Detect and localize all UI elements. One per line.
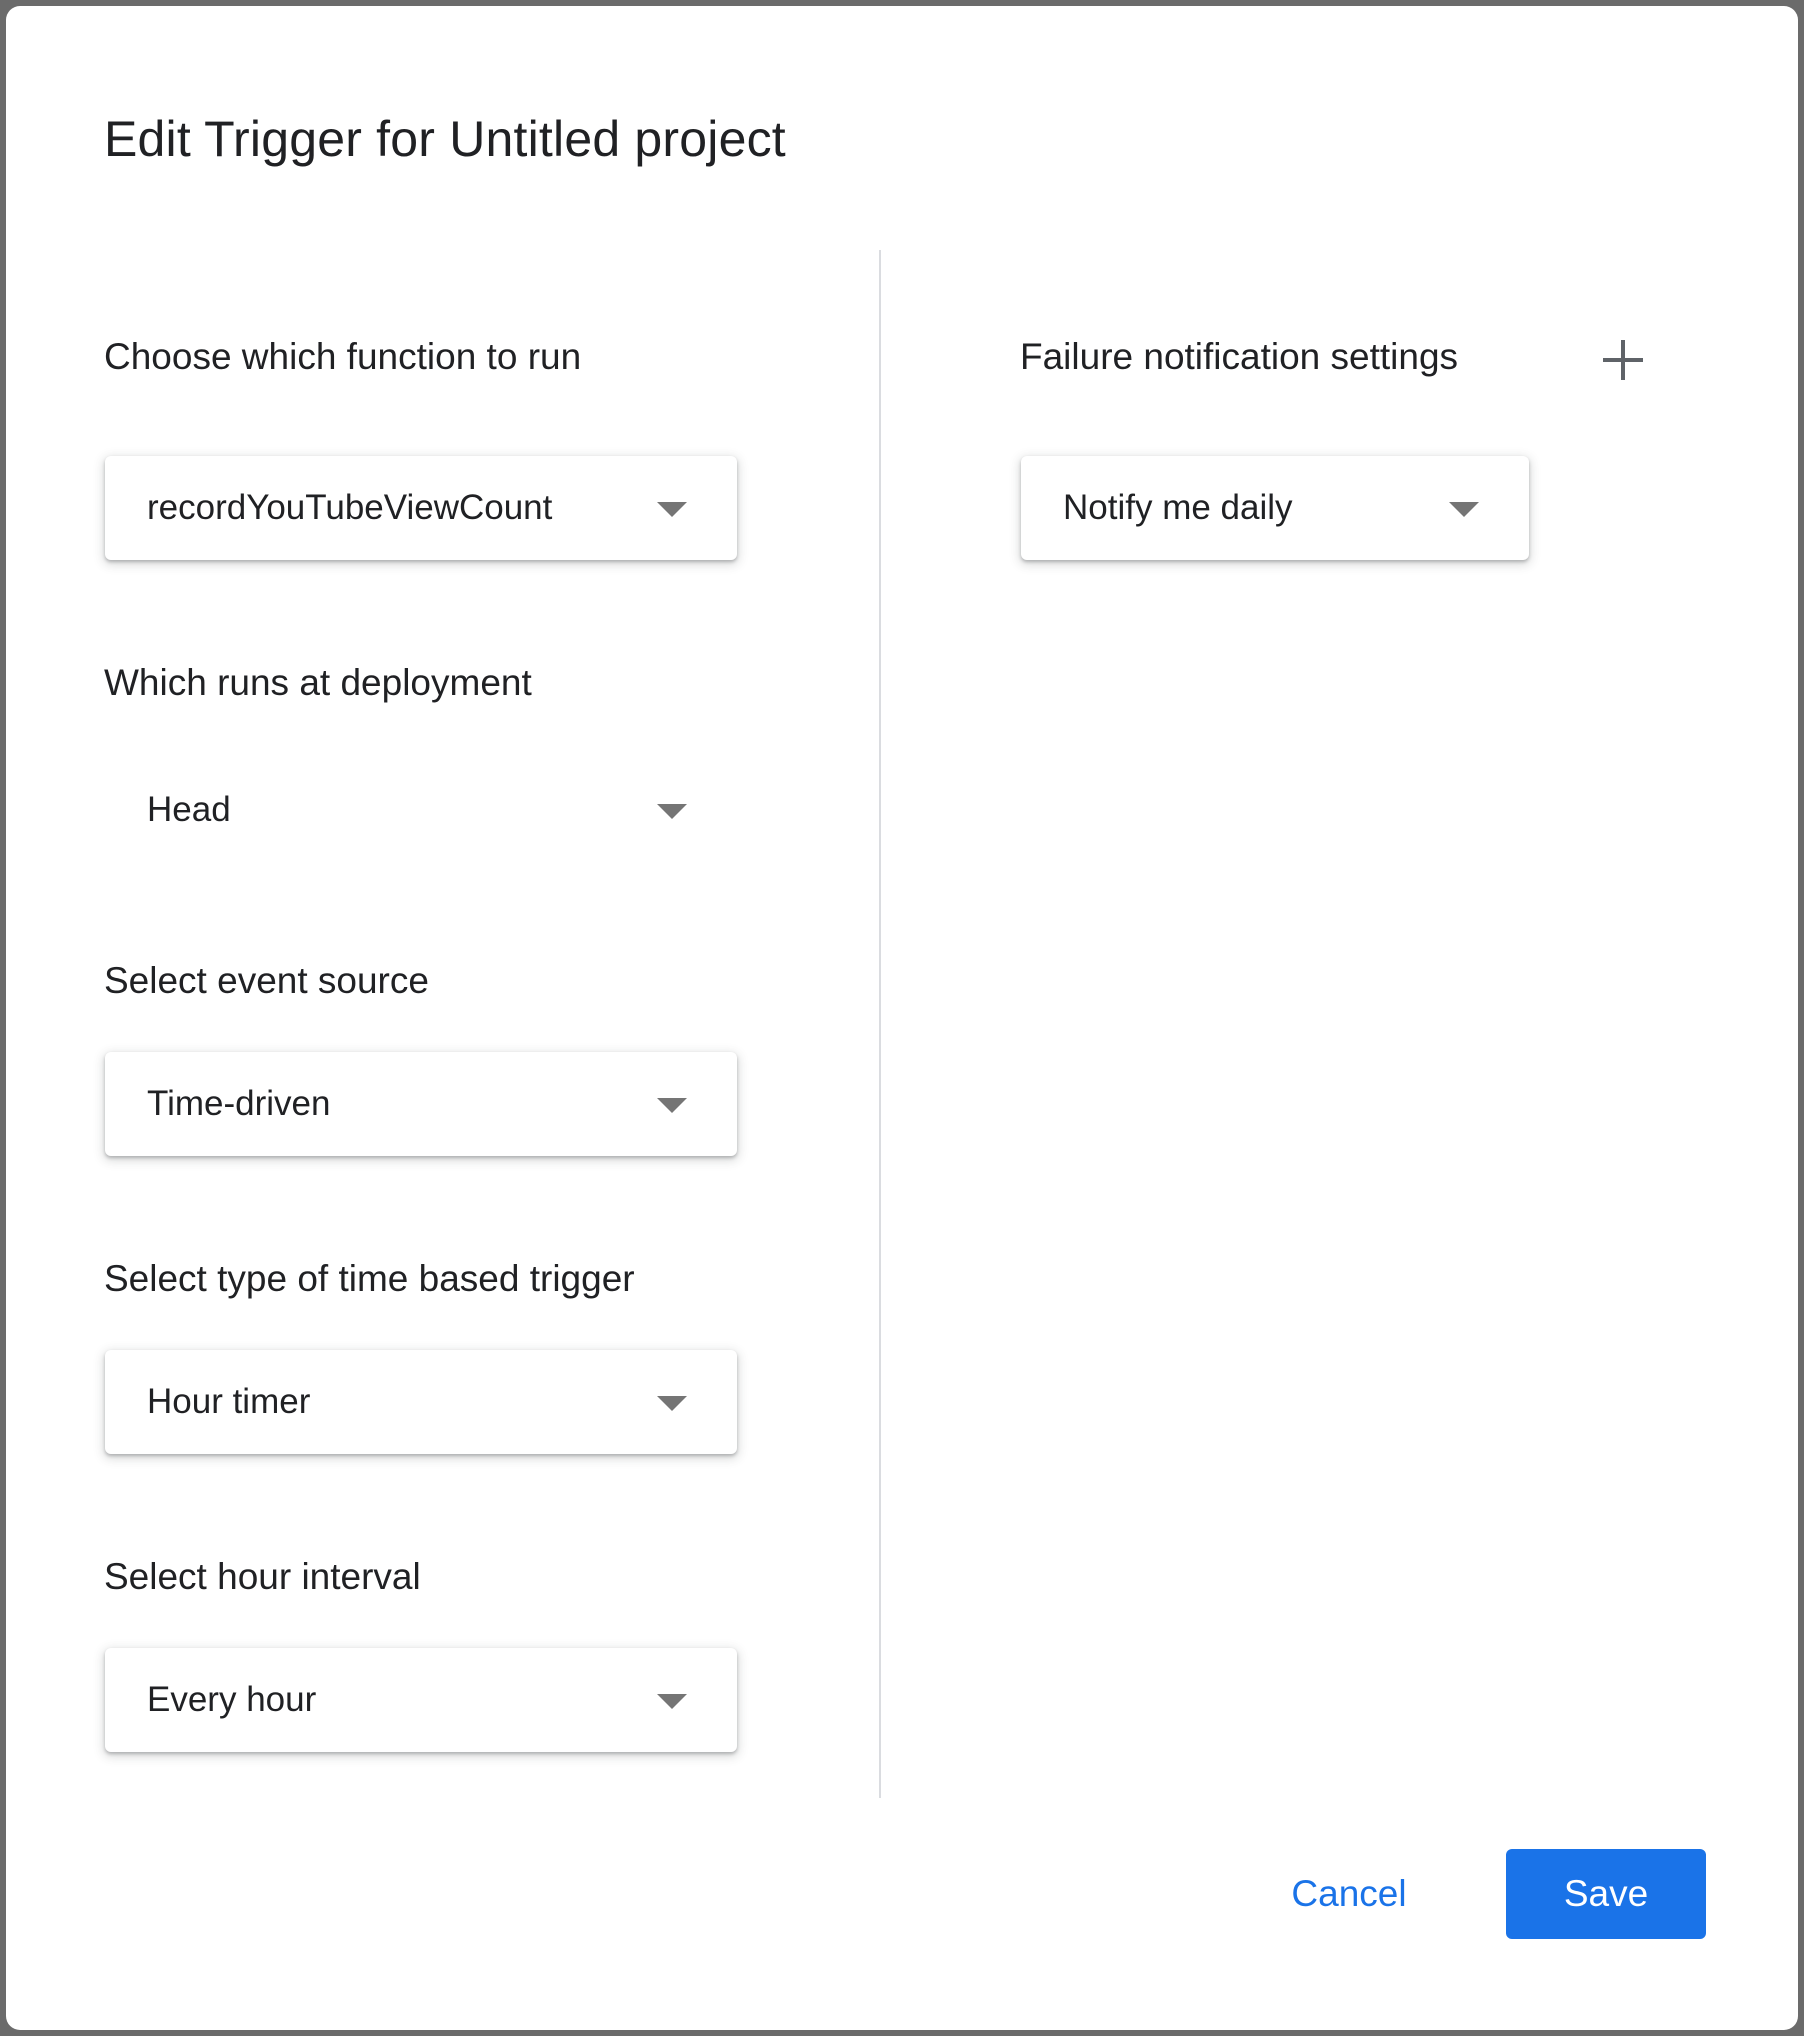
dropdown-arrow-icon (657, 1694, 687, 1709)
event-source-select-value: Time-driven (147, 1084, 331, 1123)
dropdown-arrow-icon (657, 804, 687, 819)
failure-notification-label: Failure notification settings (1020, 336, 1459, 377)
event-source-select[interactable]: Time-driven (105, 1052, 737, 1156)
dropdown-arrow-icon (657, 1098, 687, 1113)
deployment-label: Which runs at deployment (104, 662, 532, 703)
failure-notification-select-value: Notify me daily (1063, 488, 1293, 527)
deployment-select-value: Head (147, 790, 231, 829)
trigger-type-select-value: Hour timer (147, 1382, 311, 1421)
failure-notification-select[interactable]: Notify me daily (1021, 456, 1529, 560)
hour-interval-select-value: Every hour (147, 1680, 317, 1719)
function-label: Choose which function to run (104, 336, 582, 377)
trigger-type-select[interactable]: Hour timer (105, 1350, 737, 1454)
dialog-title: Edit Trigger for Untitled project (104, 111, 786, 167)
column-divider (879, 250, 881, 1798)
hour-interval-label: Select hour interval (104, 1556, 421, 1597)
deployment-select[interactable]: Head (105, 758, 737, 862)
plus-icon[interactable] (1603, 340, 1643, 380)
dropdown-arrow-icon (1449, 502, 1479, 517)
function-select[interactable]: recordYouTubeViewCount (105, 456, 737, 560)
hour-interval-select[interactable]: Every hour (105, 1648, 737, 1752)
function-select-value: recordYouTubeViewCount (147, 488, 553, 527)
dropdown-arrow-icon (657, 502, 687, 517)
save-button[interactable]: Save (1506, 1849, 1706, 1939)
event-source-label: Select event source (104, 960, 429, 1001)
trigger-type-label: Select type of time based trigger (104, 1258, 635, 1299)
cancel-button[interactable]: Cancel (1264, 1849, 1434, 1939)
edit-trigger-dialog: Edit Trigger for Untitled project Choose… (6, 6, 1798, 2030)
dropdown-arrow-icon (657, 1396, 687, 1411)
